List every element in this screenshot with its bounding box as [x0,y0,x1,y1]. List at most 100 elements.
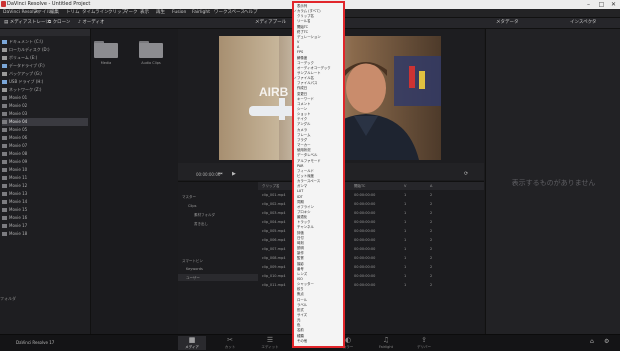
table-cell[interactable]: clip_010.mp4 [262,273,286,280]
inspector-button[interactable]: インスペクタ [570,19,596,27]
metadata-button[interactable]: メタデータ [496,19,519,27]
table-cell[interactable]: 2 [430,219,432,226]
column-header[interactable]: クリップ名 [262,183,280,190]
skip-back-icon[interactable]: ⏮ [218,171,223,177]
column-header[interactable]: 開始TC [354,183,365,190]
folder-icon[interactable] [139,41,163,58]
folder-icon[interactable] [94,41,118,58]
tree-item[interactable]: ローカルディスク (D:) [2,46,88,54]
table-cell[interactable]: 1 [404,273,406,280]
table-cell[interactable]: clip_008.mp4 [262,255,286,262]
tree-item[interactable]: Movie 04 [2,118,88,126]
close-icon[interactable]: ✕ [608,0,619,9]
menu-item[interactable]: 表示 [140,10,149,16]
table-cell[interactable]: 1 [404,246,406,253]
table-cell[interactable]: clip_011.mp4 [262,282,286,289]
table-cell[interactable]: 2 [430,237,432,244]
table-cell[interactable]: 2 [430,210,432,217]
menu-item[interactable]: ファイル [33,10,51,16]
menu-item[interactable]: タイムライン [82,10,109,16]
tree-item[interactable]: ボリューム (E:) [2,54,88,62]
table-cell[interactable]: 2 [430,228,432,235]
loop-icon[interactable]: ⟳ [464,171,468,177]
tree-item[interactable]: ドキュメント (C:\) [2,38,88,46]
bin-tree-item[interactable]: Clips [188,203,196,210]
bin-tree-item[interactable]: 素材フォルダ [194,212,215,219]
table-cell[interactable]: 1 [404,210,406,217]
table-cell[interactable]: clip_001.mp4 [262,192,286,199]
table-cell[interactable]: 2 [430,192,432,199]
table-cell[interactable]: 1 [404,282,406,289]
table-cell[interactable]: 00:00:00:00 [354,228,375,235]
dropdown-item[interactable]: その他 [297,339,307,344]
tree-item[interactable]: Movie 06 [2,134,88,142]
tree-item[interactable]: Movie 13 [2,190,88,198]
menu-item[interactable]: マーク [124,10,138,16]
page-tab[interactable]: ✂ カット [216,336,244,350]
audio-button[interactable]: ♪ オーディオ [78,19,105,27]
tree-item[interactable]: Movie 02 [2,102,88,110]
table-cell[interactable]: 2 [430,264,432,271]
table-cell[interactable]: clip_006.mp4 [262,237,286,244]
table-cell[interactable]: clip_002.mp4 [262,201,286,208]
tree-item[interactable]: Movie 18 [2,230,88,238]
tree-item[interactable]: Movie 01 [2,94,88,102]
table-cell[interactable]: 1 [404,192,406,199]
table-cell[interactable]: 1 [404,255,406,262]
table-cell[interactable]: 00:00:00:00 [354,255,375,262]
play-icon[interactable]: ▶ [232,171,236,177]
menu-item[interactable]: 編集 [50,10,59,16]
home-icon[interactable]: ⌂ [590,338,594,345]
table-cell[interactable]: 2 [430,282,432,289]
menu-item[interactable]: トリム [66,10,80,16]
minimize-icon[interactable]: – [583,0,594,9]
tree-item[interactable]: Movie 07 [2,142,88,150]
tree-item[interactable]: USB ドライブ (H:) [2,78,88,86]
tree-item[interactable]: バックアップ (G:) [2,70,88,78]
table-cell[interactable]: 00:00:00:00 [354,192,375,199]
menu-item[interactable]: 再生 [156,10,165,16]
page-tab[interactable]: ☰ エディット [256,336,284,350]
tree-item[interactable]: Movie 10 [2,166,88,174]
tree-item[interactable]: Movie 08 [2,150,88,158]
table-cell[interactable]: 2 [430,246,432,253]
table-cell[interactable]: clip_003.mp4 [262,210,286,217]
smart-bin-item[interactable]: Keywords [186,266,203,273]
tree-item[interactable]: Movie 15 [2,206,88,214]
column-header[interactable]: A [430,183,432,190]
tree-item[interactable]: データドライブ (F:) [2,62,88,70]
table-cell[interactable]: clip_004.mp4 [262,219,286,226]
table-cell[interactable]: 1 [404,237,406,244]
settings-icon[interactable]: ⚙ [604,338,609,345]
table-cell[interactable]: 00:00:00:00 [354,264,375,271]
tree-item[interactable]: Movie 09 [2,158,88,166]
menu-item[interactable]: Fairlight [192,10,210,16]
table-cell[interactable]: clip_005.mp4 [262,228,286,235]
table-cell[interactable]: clip_007.mp4 [262,246,286,253]
tree-item[interactable]: Movie 14 [2,198,88,206]
table-cell[interactable]: 00:00:00:00 [354,246,375,253]
table-cell[interactable]: 1 [404,201,406,208]
table-cell[interactable]: 2 [430,273,432,280]
tree-item[interactable]: Movie 03 [2,110,88,118]
clone-button[interactable]: ⧉ クローン [48,19,70,27]
table-cell[interactable]: 2 [430,201,432,208]
tree-item[interactable]: Movie 05 [2,126,88,134]
table-cell[interactable]: 1 [404,228,406,235]
page-tab[interactable]: ▦ メディア [178,336,206,350]
tree-item[interactable]: Movie 12 [2,182,88,190]
maximize-icon[interactable]: □ [596,0,607,9]
table-cell[interactable]: 00:00:00:00 [354,219,375,226]
tree-item[interactable]: ネットワーク (Z:) [2,86,88,94]
table-cell[interactable]: 1 [404,219,406,226]
table-cell[interactable]: 00:00:00:00 [354,273,375,280]
table-cell[interactable]: 1 [404,264,406,271]
smart-bin-item[interactable]: ユーザー [186,275,200,282]
table-cell[interactable]: 2 [430,255,432,262]
table-cell[interactable]: 00:00:00:00 [354,237,375,244]
bin-tree-item[interactable]: 書き出し [194,221,208,228]
bin-tree-item[interactable]: マスター [182,194,196,201]
media-storage-button[interactable]: ▤ メディアストレージ [4,19,50,27]
page-tab[interactable]: ⇪ デリバー [410,336,438,350]
table-cell[interactable]: clip_009.mp4 [262,264,286,271]
